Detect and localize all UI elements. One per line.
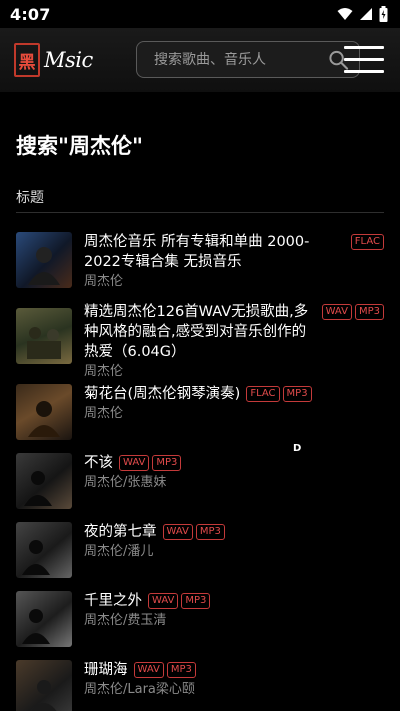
- format-badge-wav: WAV: [119, 455, 150, 471]
- cursor-mark: D: [293, 443, 302, 454]
- song-item[interactable]: 珊瑚海 WAV MP3 周杰伦/Lara梁心颐: [16, 660, 384, 711]
- song-artist: 周杰伦: [84, 406, 124, 421]
- song-artist: 周杰伦: [84, 274, 124, 289]
- format-badge-flac: FLAC: [350, 234, 384, 250]
- album-cover: [16, 660, 72, 711]
- song-item[interactable]: 不该 WAV MP3 周杰伦/张惠妹: [16, 453, 384, 509]
- album-cover: [16, 522, 72, 578]
- song-title: 千里之外: [84, 593, 142, 609]
- format-badge-wav: WAV: [162, 524, 193, 540]
- song-list: 周杰伦音乐 所有专辑和单曲 2000-2022专辑合集 无损音乐 FLAC 周杰…: [0, 0, 400, 711]
- format-badge-mp3: MP3: [181, 593, 211, 609]
- song-artist: 周杰伦: [84, 364, 124, 379]
- album-cover: [16, 453, 72, 509]
- song-item[interactable]: 周杰伦音乐 所有专辑和单曲 2000-2022专辑合集 无损音乐 FLAC 周杰…: [16, 232, 384, 291]
- song-artist: 周杰伦/费玉清: [84, 613, 167, 628]
- song-title: 菊花台(周杰伦钢琴演奏): [84, 386, 241, 402]
- song-item[interactable]: 菊花台(周杰伦钢琴演奏) FLAC MP3 周杰伦: [16, 384, 384, 440]
- song-item[interactable]: 夜的第七章 WAV MP3 周杰伦/潘儿: [16, 522, 384, 578]
- album-cover: [16, 308, 72, 364]
- song-artist: 周杰伦/张惠妹: [84, 475, 167, 490]
- format-badge-mp3: MP3: [166, 662, 196, 678]
- format-badge-mp3: MP3: [354, 304, 384, 320]
- song-artist: 周杰伦/潘儿: [84, 544, 154, 559]
- format-badge-wav: WAV: [321, 304, 352, 320]
- format-badge-mp3: MP3: [152, 455, 182, 471]
- song-title: 周杰伦音乐 所有专辑和单曲 2000-2022专辑合集 无损音乐: [84, 234, 310, 270]
- song-artist: 周杰伦/Lara梁心颐: [84, 682, 195, 697]
- song-title: 不该: [84, 455, 113, 471]
- album-cover: [16, 232, 72, 288]
- format-badge-wav: WAV: [148, 593, 179, 609]
- album-cover: [16, 591, 72, 647]
- song-title: 夜的第七章: [84, 524, 157, 540]
- album-cover: [16, 384, 72, 440]
- format-badge-mp3: MP3: [282, 386, 312, 402]
- format-badge-flac: FLAC: [246, 386, 280, 402]
- format-badge-wav: WAV: [133, 662, 164, 678]
- song-title: 珊瑚海: [84, 662, 128, 678]
- song-item[interactable]: 精选周杰伦126首WAV无损歌曲,多种风格的融合,感受到对音乐创作的热爱（6.0…: [16, 302, 384, 381]
- song-title: 精选周杰伦126首WAV无损歌曲,多种风格的融合,感受到对音乐创作的热爱（6.0…: [84, 304, 309, 360]
- song-item[interactable]: 千里之外 WAV MP3 周杰伦/费玉清: [16, 591, 384, 647]
- format-badge-mp3: MP3: [195, 524, 225, 540]
